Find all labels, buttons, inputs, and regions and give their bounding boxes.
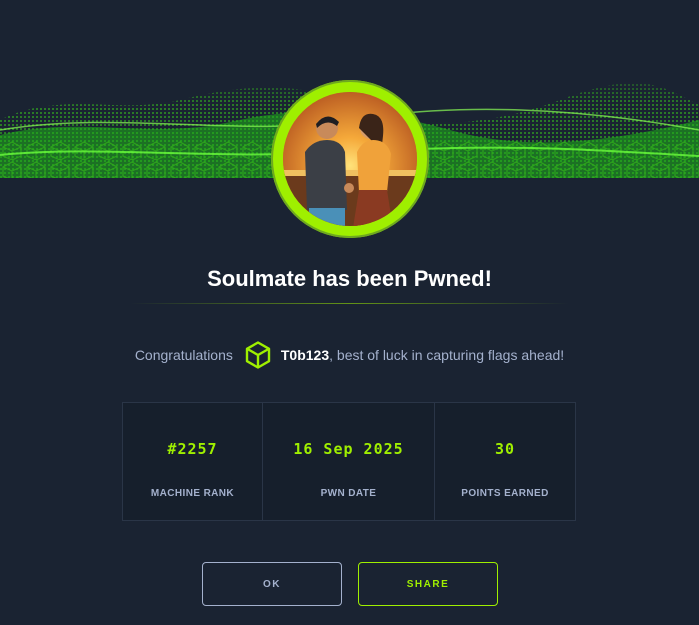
avatar-image [283, 92, 417, 226]
points-earned-value: 30 [494, 440, 516, 458]
machine-rank-label: MACHINE RANK [150, 488, 235, 499]
stats-panel: #2257 MACHINE RANK 16 Sep 2025 PWN DATE … [122, 402, 576, 521]
points-earned-label: POINTS EARNED [461, 488, 549, 499]
machine-avatar [271, 80, 429, 238]
pwn-date-label: PWN DATE [320, 488, 377, 499]
machine-rank-value: #2257 [167, 440, 218, 458]
page-title: Soulmate has been Pwned! [207, 266, 492, 291]
title-divider [130, 303, 569, 304]
pwn-date-value: 16 Sep 2025 [293, 440, 404, 458]
hexagon-cube-icon [245, 341, 271, 369]
stat-pwn-date: 16 Sep 2025 PWN DATE [263, 403, 435, 520]
congratulations-message: Congratulations T0b123 , best of luck in… [0, 340, 699, 370]
congrats-suffix: , best of luck in capturing flags ahead! [329, 347, 565, 363]
congrats-prefix: Congratulations [134, 347, 233, 363]
username[interactable]: T0b123 [281, 347, 329, 363]
share-button[interactable]: SHARE [358, 562, 498, 606]
ok-button[interactable]: OK [202, 562, 342, 606]
ok-button-label: OK [263, 578, 281, 590]
stat-points-earned: 30 POINTS EARNED [435, 403, 575, 520]
stat-machine-rank: #2257 MACHINE RANK [123, 403, 263, 520]
share-button-label: SHARE [406, 578, 450, 590]
